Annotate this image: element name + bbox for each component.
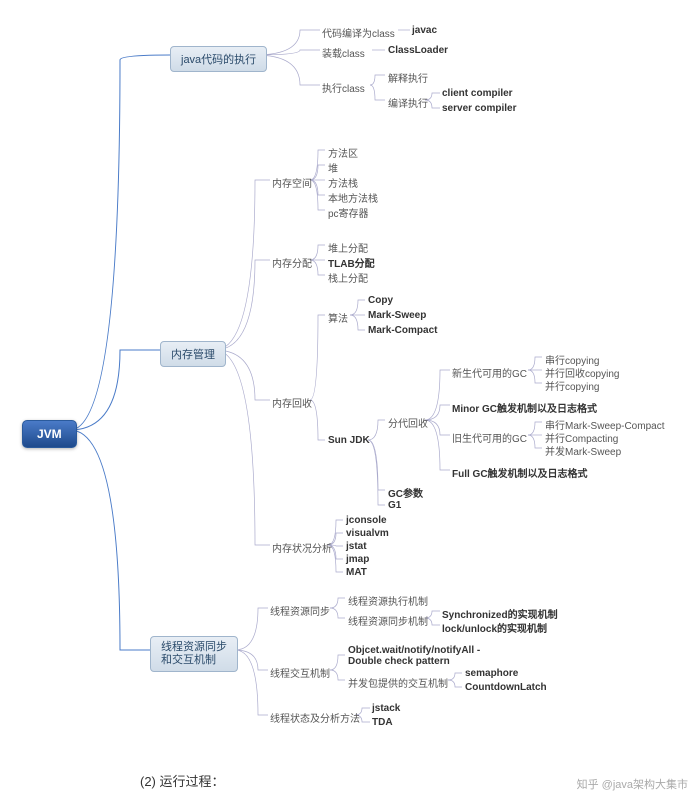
leaf-load[interactable]: 装载class: [322, 45, 365, 60]
leaf-compileexec[interactable]: 编译执行: [388, 95, 428, 110]
leaf-waitnotify[interactable]: Objcet.wait/notify/notifyAll - Double ch…: [348, 645, 498, 667]
leaf-newgengc[interactable]: 新生代可用的GC: [452, 365, 527, 380]
leaf-g1[interactable]: G1: [388, 500, 401, 511]
branch-memory[interactable]: 内存管理: [160, 341, 226, 367]
leaf-tda[interactable]: TDA: [372, 717, 393, 728]
leaf-heapalloc[interactable]: 堆上分配: [328, 240, 368, 255]
leaf-pcopy[interactable]: 并行copying: [545, 378, 599, 393]
leaf-oldgengc[interactable]: 旧生代可用的GC: [452, 430, 527, 445]
leaf-markcompact[interactable]: Mark-Compact: [368, 325, 437, 336]
mindmap-container: JVM java代码的执行 内存管理 线程资源同步 和交互机制 代码编译为cla…: [0, 0, 700, 800]
leaf-mat[interactable]: MAT: [346, 567, 367, 578]
leaf-compile[interactable]: 代码编译为class: [322, 25, 395, 40]
leaf-stack[interactable]: 方法栈: [328, 175, 358, 190]
leaf-fullgc[interactable]: Full GC触发机制以及日志格式: [452, 465, 588, 480]
leaf-jstat[interactable]: jstat: [346, 541, 367, 552]
leaf-memalloc[interactable]: 内存分配: [272, 255, 312, 270]
branch-java-exec[interactable]: java代码的执行: [170, 46, 267, 72]
leaf-cms[interactable]: 并发Mark-Sweep: [545, 443, 621, 458]
leaf-jmap[interactable]: jmap: [346, 554, 369, 565]
leaf-gengc[interactable]: 分代回收: [388, 415, 428, 430]
leaf-lock[interactable]: lock/unlock的实现机制: [442, 620, 547, 635]
leaf-servercomp[interactable]: server compiler: [442, 103, 517, 114]
leaf-algo[interactable]: 算法: [328, 310, 348, 325]
leaf-heap[interactable]: 堆: [328, 160, 338, 175]
leaf-jstack[interactable]: jstack: [372, 703, 400, 714]
leaf-minorgc[interactable]: Minor GC触发机制以及日志格式: [452, 400, 597, 415]
leaf-threadexec[interactable]: 线程资源执行机制: [348, 593, 428, 608]
leaf-jconsole[interactable]: jconsole: [346, 515, 387, 526]
watermark: 知乎 @java架构大集市: [577, 776, 688, 792]
leaf-marksweep[interactable]: Mark-Sweep: [368, 310, 426, 321]
leaf-copy[interactable]: Copy: [368, 295, 393, 306]
caption: (2) 运行过程：: [140, 771, 225, 790]
leaf-exec[interactable]: 执行class: [322, 80, 365, 95]
leaf-threadstate[interactable]: 线程状态及分析方法: [270, 710, 360, 725]
leaf-interpret[interactable]: 解释执行: [388, 70, 428, 85]
leaf-stackalloc[interactable]: 栈上分配: [328, 270, 368, 285]
leaf-javac[interactable]: javac: [412, 25, 437, 36]
leaf-sync[interactable]: Synchronized的实现机制: [442, 606, 558, 621]
leaf-gc[interactable]: 内存回收: [272, 395, 312, 410]
leaf-threadsyncmech[interactable]: 线程资源同步机制: [348, 613, 428, 628]
leaf-threadsync[interactable]: 线程资源同步: [270, 603, 330, 618]
leaf-gcparam[interactable]: GC参数: [388, 485, 423, 500]
leaf-semaphore[interactable]: semaphore: [465, 668, 518, 679]
leaf-threadinteract[interactable]: 线程交互机制: [270, 665, 330, 680]
leaf-concurrent[interactable]: 并发包提供的交互机制: [348, 675, 448, 690]
branch-thread[interactable]: 线程资源同步 和交互机制: [150, 636, 238, 672]
leaf-pc[interactable]: pc寄存器: [328, 205, 369, 220]
leaf-visualvm[interactable]: visualvm: [346, 528, 389, 539]
leaf-memspace[interactable]: 内存空间: [272, 175, 312, 190]
leaf-cdl[interactable]: CountdownLatch: [465, 682, 547, 693]
leaf-method-area[interactable]: 方法区: [328, 145, 358, 160]
leaf-sunjdk[interactable]: Sun JDK: [328, 435, 370, 446]
root-node[interactable]: JVM: [22, 420, 77, 448]
leaf-clientcomp[interactable]: client compiler: [442, 88, 513, 99]
leaf-memanalysis[interactable]: 内存状况分析: [272, 540, 332, 555]
leaf-tlab[interactable]: TLAB分配: [328, 255, 375, 270]
leaf-native-stack[interactable]: 本地方法栈: [328, 190, 378, 205]
leaf-classloader[interactable]: ClassLoader: [388, 45, 448, 56]
